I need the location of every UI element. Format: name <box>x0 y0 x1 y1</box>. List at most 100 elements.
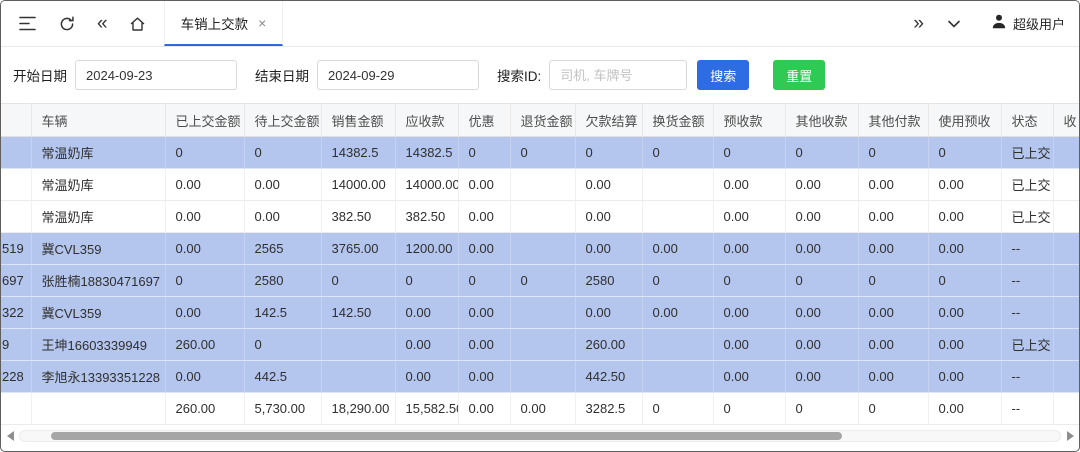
column-header: 收 <box>1053 104 1079 137</box>
refresh-icon[interactable] <box>55 12 79 36</box>
tab-label: 车销上交款 <box>181 13 249 33</box>
home-icon[interactable] <box>126 12 150 36</box>
cell: 0 <box>510 265 575 297</box>
cell <box>1053 361 1079 393</box>
table-row[interactable]: 260.005,730.0018,290.0015,582.500.000.00… <box>1 393 1079 425</box>
cell: 0.00 <box>244 169 321 201</box>
cell: 0 <box>244 137 321 169</box>
user-label: 超级用户 <box>1013 14 1065 33</box>
cell: 322 <box>1 297 31 329</box>
cell: 0 <box>713 265 785 297</box>
cell: 2580 <box>575 265 642 297</box>
cell: 0 <box>165 137 244 169</box>
table-row[interactable]: 519冀CVL3590.0025653765.001200.000.000.00… <box>1 233 1079 265</box>
cell: 0.00 <box>858 297 928 329</box>
cell: 0 <box>858 393 928 425</box>
cell: 冀CVL359 <box>31 297 165 329</box>
column-header: 使用预收 <box>928 104 1001 137</box>
data-table: 车辆已上交金额待上交金额销售金额应收款优惠退货金额欠款结算换货金额预收款其他收款… <box>1 103 1079 425</box>
cell: 5,730.00 <box>244 393 321 425</box>
search-button[interactable]: 搜索 <box>697 60 749 90</box>
cell: 0 <box>244 329 321 361</box>
column-header <box>1 104 31 137</box>
scroll-left-arrow-icon[interactable] <box>4 430 16 442</box>
cell <box>1053 233 1079 265</box>
cell: 0 <box>858 265 928 297</box>
cell <box>510 169 575 201</box>
table-row[interactable]: 228李旭永133933512280.00442.50.000.00442.50… <box>1 361 1079 393</box>
cell: 0.00 <box>395 361 458 393</box>
cell: 228 <box>1 361 31 393</box>
start-date-input[interactable] <box>75 60 237 90</box>
cell <box>510 201 575 233</box>
cell: 张胜楠18830471697 <box>31 265 165 297</box>
cell: 0 <box>165 265 244 297</box>
table-row[interactable]: 常温奶库0.000.0014000.0014000.000.000.000.00… <box>1 169 1079 201</box>
cell: 0.00 <box>858 201 928 233</box>
cell: 常温奶库 <box>31 137 165 169</box>
search-input[interactable] <box>549 60 687 90</box>
column-header: 其他收款 <box>785 104 858 137</box>
cell: 冀CVL359 <box>31 233 165 265</box>
topbar: « 车销上交款 × » 超级用户 <box>1 1 1079 47</box>
cell: 14382.5 <box>321 137 395 169</box>
cell: 0 <box>785 265 858 297</box>
double-right-chevron-icon[interactable]: » <box>911 14 926 33</box>
cell: 0.00 <box>510 393 575 425</box>
cell: 0.00 <box>858 233 928 265</box>
tab-close-icon[interactable]: × <box>258 15 266 31</box>
cell: 442.5 <box>244 361 321 393</box>
table-row[interactable]: 常温奶库0014382.514382.500000000已上交 <box>1 137 1079 169</box>
chevron-down-icon[interactable] <box>942 12 966 36</box>
tab-vehicle-payment[interactable]: 车销上交款 × <box>164 1 284 46</box>
column-header: 车辆 <box>31 104 165 137</box>
cell: 260.00 <box>575 329 642 361</box>
cell: 2565 <box>244 233 321 265</box>
cell: 常温奶库 <box>31 201 165 233</box>
cell: 0.00 <box>713 201 785 233</box>
table-row[interactable]: 常温奶库0.000.00382.50382.500.000.000.000.00… <box>1 201 1079 233</box>
cell: 0.00 <box>928 361 1001 393</box>
double-left-chevron-icon[interactable]: « <box>95 14 110 33</box>
cell: 0.00 <box>458 329 510 361</box>
end-date-input[interactable] <box>317 60 479 90</box>
cell: 0 <box>458 265 510 297</box>
menu-fold-icon[interactable] <box>15 12 39 36</box>
scroll-right-arrow-icon[interactable] <box>1064 430 1076 442</box>
filter-bar: 开始日期 结束日期 搜索ID: 搜索 重置 <box>1 47 1079 103</box>
user-menu[interactable]: 超级用户 <box>992 14 1065 34</box>
cell: 0.00 <box>458 297 510 329</box>
cell: 0.00 <box>575 233 642 265</box>
reset-button[interactable]: 重置 <box>773 60 825 90</box>
cell: 1200.00 <box>395 233 458 265</box>
cell <box>642 361 713 393</box>
table-row[interactable]: 9王坤16603339949260.0000.000.00260.000.000… <box>1 329 1079 361</box>
cell: 0.00 <box>458 361 510 393</box>
cell: -- <box>1001 265 1053 297</box>
column-header: 应收款 <box>395 104 458 137</box>
column-header: 欠款结算 <box>575 104 642 137</box>
table-row[interactable]: 697张胜楠18830471697025800000258000000-- <box>1 265 1079 297</box>
cell: 0.00 <box>713 361 785 393</box>
cell <box>510 329 575 361</box>
cell: 常温奶库 <box>31 169 165 201</box>
cell <box>510 297 575 329</box>
table-row[interactable]: 322冀CVL3590.00142.5142.500.000.000.000.0… <box>1 297 1079 329</box>
hscroll-track[interactable] <box>19 430 1061 442</box>
cell <box>1053 297 1079 329</box>
horizontal-scrollbar <box>4 429 1076 443</box>
cell: 0 <box>713 393 785 425</box>
cell <box>321 361 395 393</box>
cell <box>31 393 165 425</box>
column-header: 已上交金额 <box>165 104 244 137</box>
hscroll-thumb[interactable] <box>51 432 841 440</box>
column-header: 优惠 <box>458 104 510 137</box>
cell: 0 <box>642 137 713 169</box>
column-header: 销售金额 <box>321 104 395 137</box>
cell: 0.00 <box>858 361 928 393</box>
user-icon <box>992 14 1006 34</box>
column-header: 待上交金额 <box>244 104 321 137</box>
cell: 0.00 <box>928 393 1001 425</box>
cell: 0 <box>928 137 1001 169</box>
cell: -- <box>1001 393 1053 425</box>
